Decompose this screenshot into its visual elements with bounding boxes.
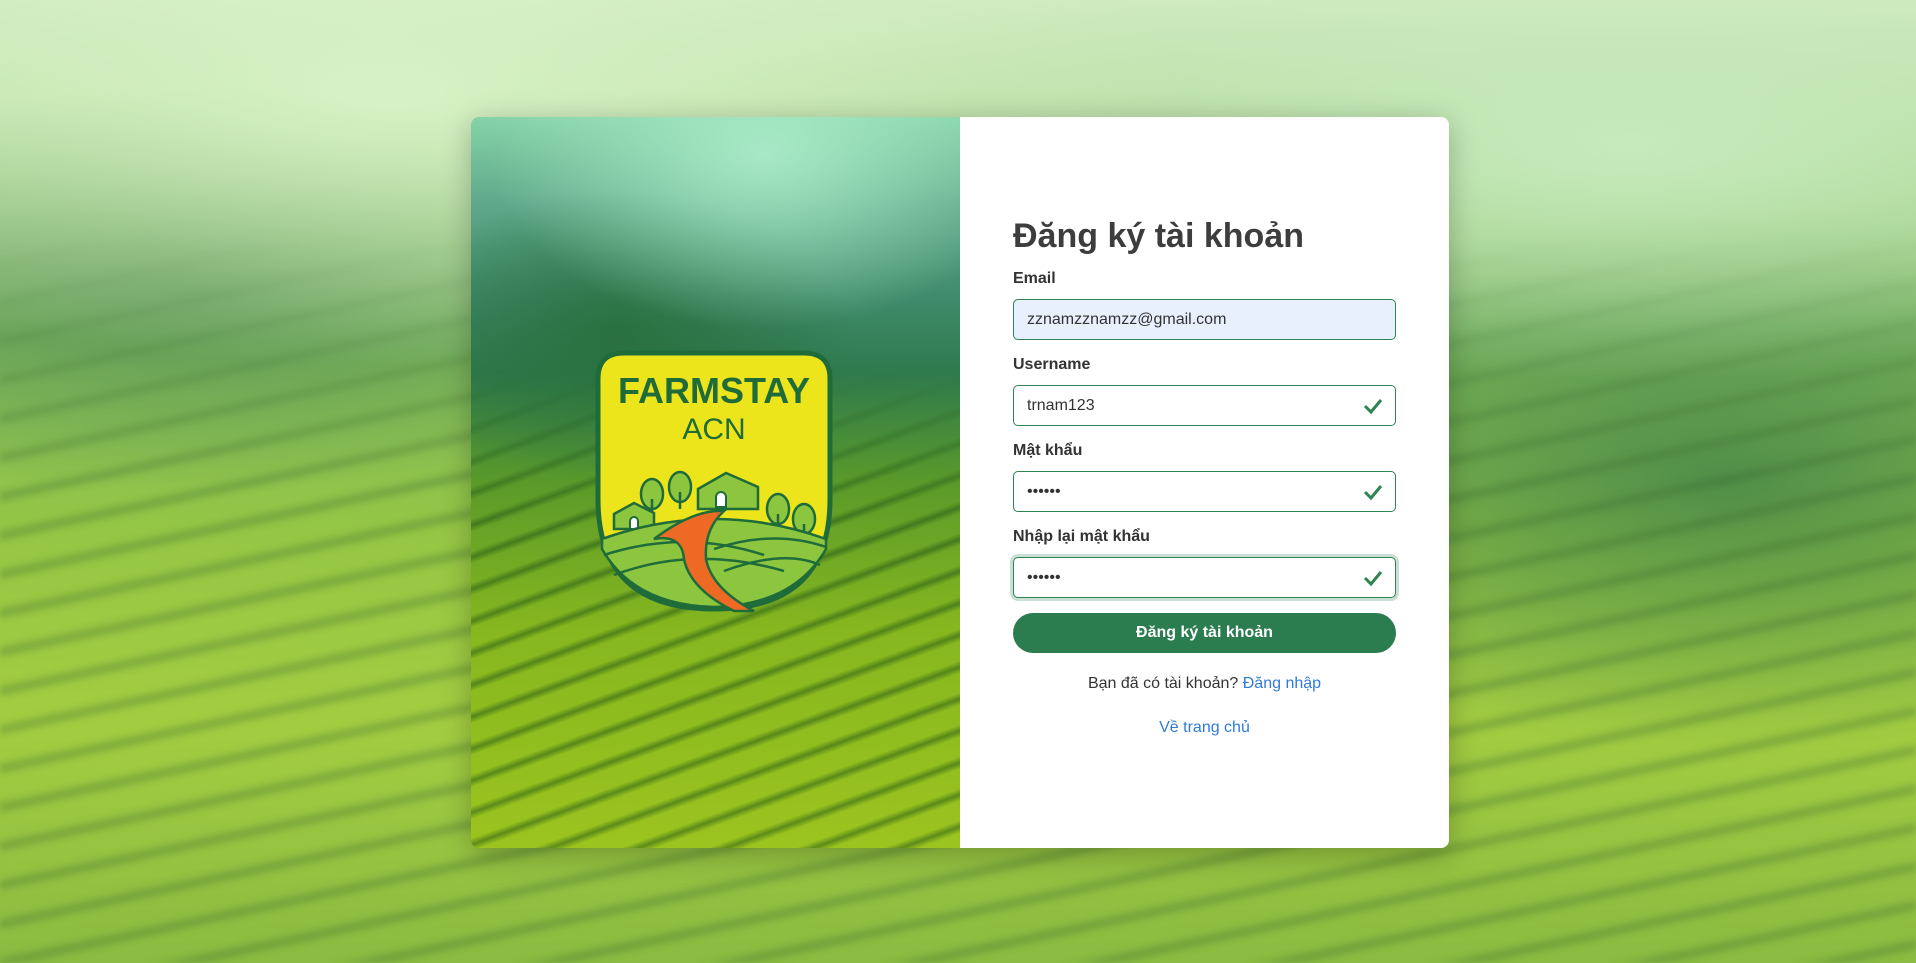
- home-link-row: Về trang chủ: [1013, 719, 1396, 737]
- email-input[interactable]: [1014, 300, 1347, 339]
- have-account-text: Bạn đã có tài khoản?: [1087, 675, 1239, 692]
- username-label: Username: [1013, 356, 1091, 373]
- password-field-wrapper: [1013, 471, 1396, 512]
- logo-subtitle: ACN: [682, 413, 745, 446]
- check-icon: [1363, 571, 1383, 587]
- confirm-password-input[interactable]: [1014, 558, 1347, 597]
- farmstay-logo: FARMSTAY ACN: [595, 350, 833, 613]
- register-form: Đăng ký tài khoản Email Username Mật khẩ…: [1013, 215, 1396, 737]
- login-prompt: Bạn đã có tài khoản? Đăng nhập: [1013, 675, 1396, 693]
- username-field-wrapper: [1013, 385, 1396, 426]
- home-link[interactable]: Về trang chủ: [1159, 719, 1250, 736]
- check-icon: [1363, 399, 1383, 415]
- password-input[interactable]: [1014, 472, 1347, 511]
- login-link[interactable]: Đăng nhập: [1243, 675, 1321, 692]
- hero-image-panel: FARMSTAY ACN: [471, 117, 960, 848]
- email-label: Email: [1013, 270, 1056, 287]
- register-card: FARMSTAY ACN Đăng ký tài khoản Email zzn…: [471, 117, 1449, 848]
- register-button[interactable]: Đăng ký tài khoản: [1013, 613, 1396, 653]
- page-title: Đăng ký tài khoản: [1013, 217, 1304, 255]
- password-label: Mật khẩu: [1013, 442, 1083, 459]
- form-panel: Đăng ký tài khoản Email Username Mật khẩ…: [960, 117, 1449, 848]
- confirm-password-field-wrapper: [1013, 557, 1396, 598]
- logo-title: FARMSTAY: [618, 370, 810, 411]
- username-input[interactable]: [1014, 386, 1347, 425]
- email-field-wrapper: [1013, 299, 1396, 340]
- check-icon: [1363, 485, 1383, 501]
- confirm-password-label: Nhập lại mật khẩu: [1013, 528, 1150, 545]
